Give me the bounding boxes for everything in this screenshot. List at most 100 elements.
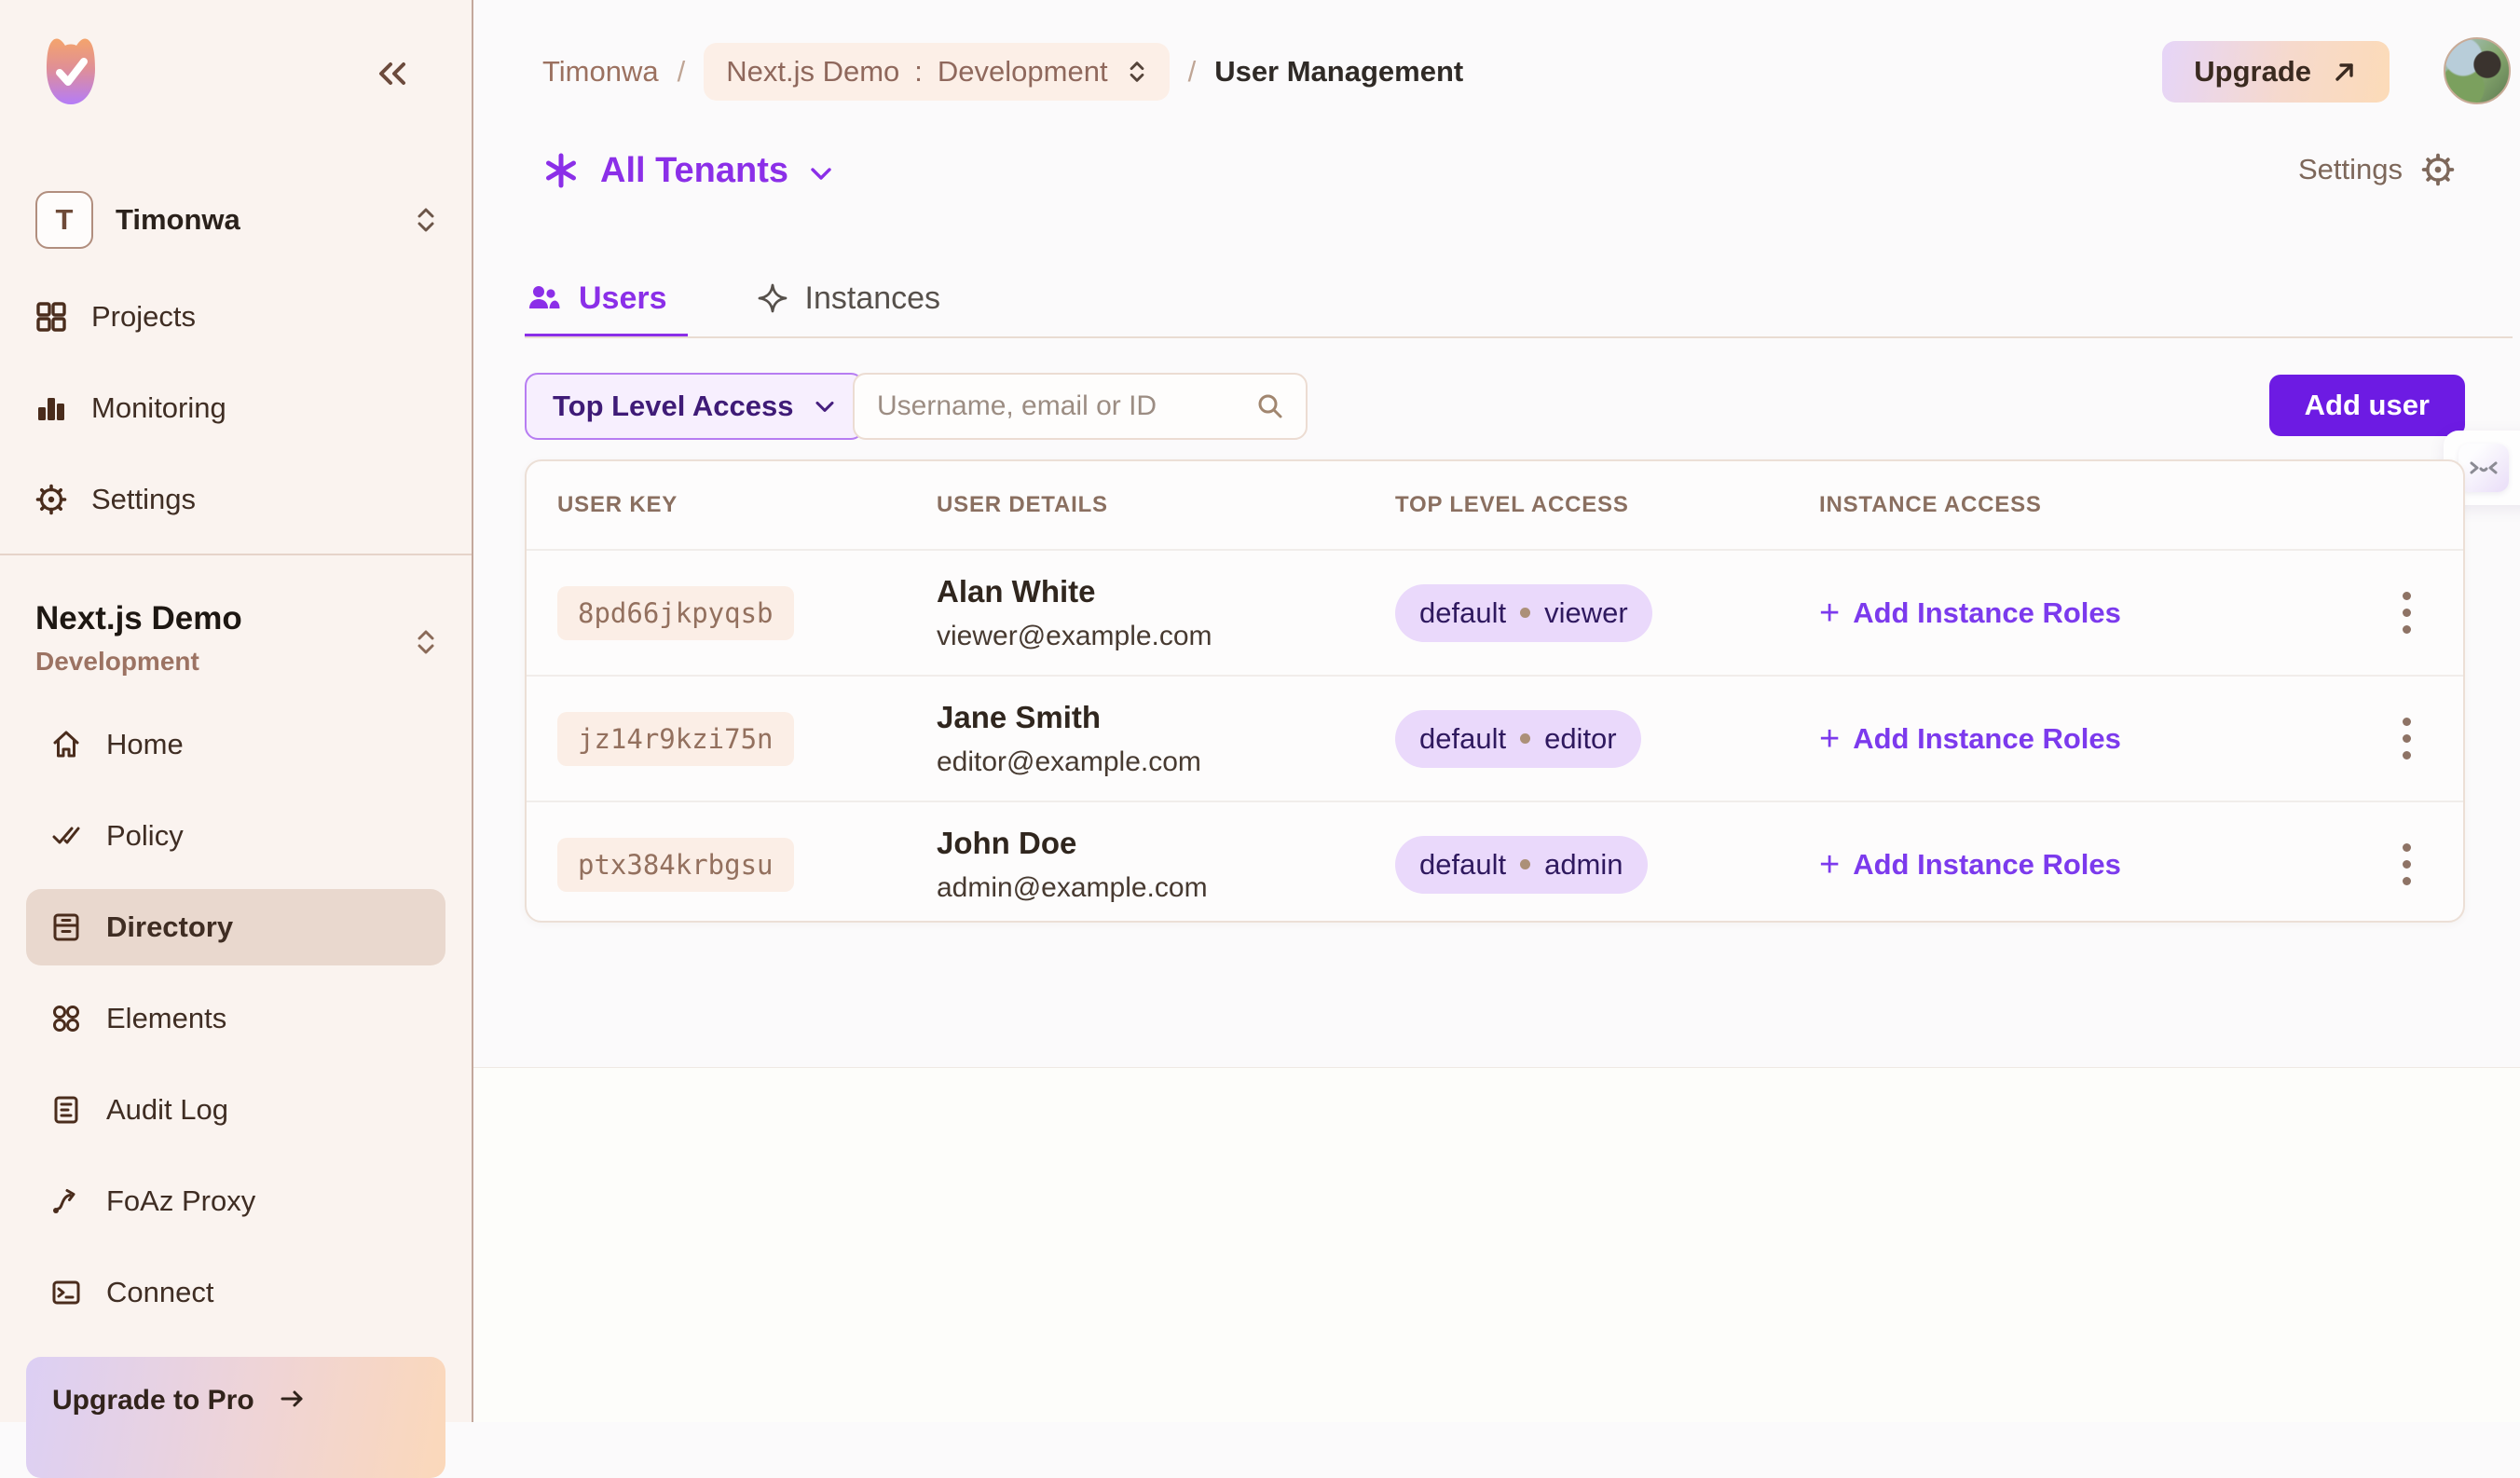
project-name: Next.js Demo bbox=[35, 600, 438, 637]
upgrade-button-label: Upgrade bbox=[2194, 55, 2311, 89]
breadcrumb-colon: : bbox=[914, 55, 923, 89]
upgrade-to-pro-label: Upgrade to Pro bbox=[52, 1385, 254, 1416]
project-selector[interactable]: Next.js Demo Development bbox=[35, 600, 438, 677]
project-environment: Development bbox=[35, 647, 438, 677]
plus-icon: + bbox=[1819, 721, 1840, 757]
add-instance-roles-link[interactable]: + Add Instance Roles bbox=[1819, 595, 2121, 631]
bar-chart-icon bbox=[35, 392, 67, 424]
add-user-button[interactable]: Add user bbox=[2269, 375, 2465, 436]
badge-role: editor bbox=[1544, 722, 1617, 756]
sidebar-item-policy[interactable]: Policy bbox=[26, 798, 445, 874]
sidebar-item-monitoring[interactable]: Monitoring bbox=[35, 382, 436, 434]
workspace-name: Timonwa bbox=[116, 203, 240, 237]
sidebar-item-label: Elements bbox=[106, 1002, 226, 1035]
breadcrumb-project: Next.js Demo bbox=[726, 55, 899, 89]
tab-divider bbox=[525, 336, 2513, 338]
kebab-menu-button[interactable] bbox=[2395, 836, 2418, 893]
sidebar-item-label: Audit Log bbox=[106, 1093, 228, 1127]
user-name: Jane Smith bbox=[937, 700, 1395, 735]
add-instance-roles-link[interactable]: + Add Instance Roles bbox=[1819, 847, 2121, 883]
chevron-updown-icon bbox=[1127, 58, 1147, 86]
terminal-icon bbox=[50, 1277, 82, 1308]
column-header: INSTANCE ACCESS bbox=[1819, 492, 2297, 518]
user-key[interactable]: 8pd66jkpyqsb bbox=[557, 586, 794, 640]
badge-role: viewer bbox=[1544, 596, 1628, 630]
user-avatar[interactable] bbox=[2444, 37, 2511, 104]
sidebar-item-label: Projects bbox=[91, 300, 196, 334]
sidebar-project-nav: Home Policy Directory bbox=[26, 706, 445, 1331]
tenant-selector[interactable]: All Tenants bbox=[542, 140, 833, 201]
top-level-access-dropdown[interactable]: Top Level Access bbox=[525, 373, 864, 440]
table-body: 8pd66jkpyqsb Alan White viewer@example.c… bbox=[527, 549, 2463, 923]
sidebar-item-label: FoAz Proxy bbox=[106, 1184, 255, 1218]
upgrade-button[interactable]: Upgrade bbox=[2162, 41, 2390, 103]
kebab-menu-button[interactable] bbox=[2395, 584, 2418, 641]
badge-role: admin bbox=[1544, 848, 1623, 882]
column-header: USER KEY bbox=[557, 492, 937, 518]
sidebar-item-audit-log[interactable]: Audit Log bbox=[26, 1072, 445, 1148]
sidebar-item-home[interactable]: Home bbox=[26, 706, 445, 783]
table-header: USER KEY USER DETAILS TOP LEVEL ACCESS I… bbox=[527, 461, 2463, 549]
column-header: USER DETAILS bbox=[937, 492, 1395, 518]
search-input[interactable] bbox=[875, 390, 1255, 423]
sidebar-divider bbox=[0, 554, 472, 555]
environment-settings-link[interactable]: Settings bbox=[2298, 153, 2455, 186]
tab-instances[interactable]: Instances bbox=[757, 263, 941, 338]
double-check-icon bbox=[50, 820, 82, 852]
breadcrumb-environment: Development bbox=[938, 55, 1108, 89]
add-instance-roles-label: Add Instance Roles bbox=[1853, 722, 2121, 756]
sidebar-item-label: Monitoring bbox=[91, 391, 226, 425]
tab-bar: Users Instances bbox=[525, 263, 940, 338]
route-arrow-icon bbox=[50, 1185, 82, 1217]
settings-label: Settings bbox=[2298, 153, 2403, 186]
sidebar-item-foaz-proxy[interactable]: FoAz Proxy bbox=[26, 1163, 445, 1239]
top-level-access-badge[interactable]: default editor bbox=[1395, 710, 1641, 768]
main-content: Timonwa / Next.js Demo : Development / U… bbox=[473, 0, 2520, 1422]
add-instance-roles-link[interactable]: + Add Instance Roles bbox=[1819, 721, 2121, 757]
users-table: USER KEY USER DETAILS TOP LEVEL ACCESS I… bbox=[525, 459, 2465, 923]
user-email: admin@example.com bbox=[937, 872, 1395, 904]
top-level-access-badge[interactable]: default viewer bbox=[1395, 584, 1652, 642]
chevron-updown-icon bbox=[414, 626, 438, 658]
devtools-face-toggle[interactable] bbox=[2458, 444, 2509, 492]
workspace-selector[interactable]: T Timonwa bbox=[35, 192, 438, 248]
sidebar-item-label: Policy bbox=[106, 819, 184, 853]
search-icon bbox=[1255, 391, 1285, 421]
happy-face-icon bbox=[2467, 457, 2500, 479]
sidebar-item-directory[interactable]: Directory bbox=[26, 889, 445, 965]
column-header: TOP LEVEL ACCESS bbox=[1395, 492, 1819, 518]
archive-icon bbox=[50, 911, 82, 943]
collapse-sidebar-button[interactable] bbox=[373, 58, 412, 91]
sidebar-top-nav: Projects Monitoring bbox=[35, 291, 436, 526]
top-level-access-badge[interactable]: default admin bbox=[1395, 836, 1648, 894]
chevron-down-icon bbox=[814, 399, 836, 414]
add-instance-roles-label: Add Instance Roles bbox=[1853, 596, 2121, 630]
home-icon bbox=[50, 729, 82, 760]
workspace-avatar: T bbox=[35, 191, 93, 249]
tab-users[interactable]: Users bbox=[525, 263, 688, 338]
breadcrumb-workspace[interactable]: Timonwa bbox=[542, 55, 659, 89]
badge-tenant: default bbox=[1419, 848, 1506, 882]
dot-separator-icon bbox=[1520, 733, 1530, 744]
chevron-down-icon bbox=[809, 165, 833, 182]
app-root: T Timonwa Projects bbox=[0, 0, 2520, 1422]
table-row: ptx384krbgsu John Doe admin@example.com … bbox=[527, 801, 2463, 923]
sparkle-icon bbox=[757, 282, 788, 314]
breadcrumb-project-env-selector[interactable]: Next.js Demo : Development bbox=[704, 43, 1169, 101]
sidebar-item-elements[interactable]: Elements bbox=[26, 980, 445, 1057]
sidebar-item-projects[interactable]: Projects bbox=[35, 291, 436, 343]
user-key[interactable]: ptx384krbgsu bbox=[557, 838, 794, 892]
kebab-menu-button[interactable] bbox=[2395, 710, 2418, 767]
chevron-updown-icon bbox=[414, 204, 438, 236]
user-key[interactable]: jz14r9kzi75n bbox=[557, 712, 794, 766]
table-row: 8pd66jkpyqsb Alan White viewer@example.c… bbox=[527, 549, 2463, 675]
sidebar-item-connect[interactable]: Connect bbox=[26, 1254, 445, 1331]
sidebar: T Timonwa Projects bbox=[0, 0, 473, 1422]
arrow-up-right-icon bbox=[2332, 59, 2358, 85]
gear-icon bbox=[35, 484, 67, 515]
sidebar-item-settings[interactable]: Settings bbox=[35, 473, 436, 526]
sidebar-item-label: Directory bbox=[106, 910, 233, 944]
permit-logo-icon[interactable] bbox=[35, 35, 106, 110]
upgrade-to-pro-banner[interactable]: Upgrade to Pro bbox=[26, 1357, 445, 1478]
dropdown-label: Top Level Access bbox=[553, 390, 793, 423]
